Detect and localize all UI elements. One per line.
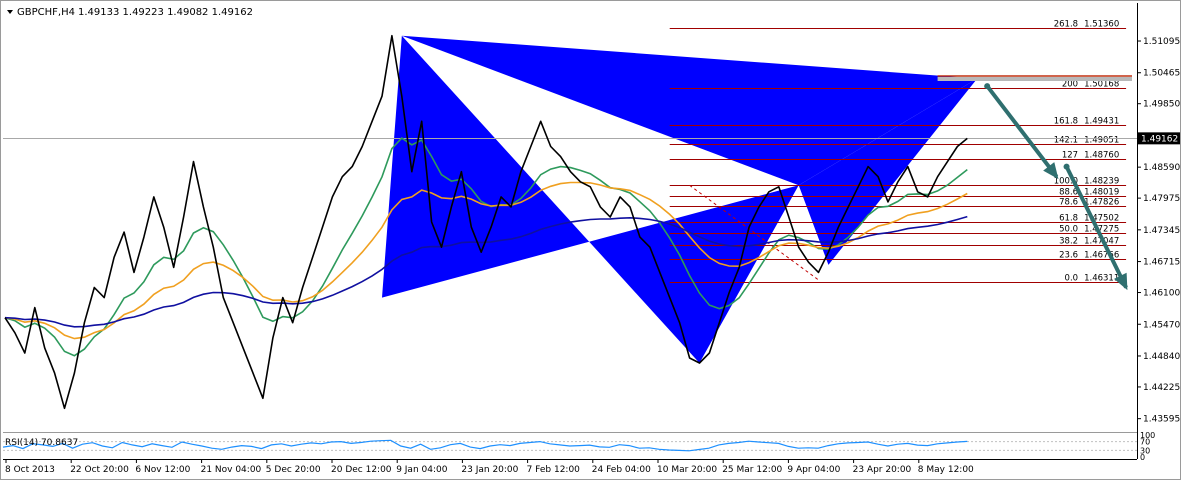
time-tick-label: 25 Mar 12:00 (722, 465, 782, 475)
rsi-tick-label: 0 (1140, 453, 1145, 462)
fib-price-label: 1.46311 (1084, 274, 1119, 284)
fib-ratio-label: 161.8 (1054, 117, 1078, 127)
rsi-tick-label: 70 (1140, 438, 1150, 447)
fib-price-label: 1.51360 (1084, 20, 1119, 30)
price-chart[interactable]: 261.8 1.51360200 1.50168161.8 1.49431142.1 1… (0, 0, 1181, 480)
current-price-label: 1.49162 (1141, 134, 1178, 144)
price-tick-label: 1.46100 (1143, 289, 1180, 299)
time-tick-label: 6 Nov 12:00 (135, 465, 190, 475)
time-tick-label: 10 Mar 20:00 (657, 465, 717, 475)
time-tick-label: 24 Feb 04:00 (592, 465, 651, 475)
time-tick-label: 9 Jan 04:00 (396, 465, 448, 475)
fib-ratio-label: 0.0 (1065, 274, 1079, 284)
chart-window: 261.8 1.51360 200 1.50168 161.8 1.49431 142.1 1… (0, 0, 1181, 480)
time-tick-label: 21 Nov 04:00 (201, 465, 262, 475)
fib-ratio-label: 78.6 (1059, 198, 1078, 208)
price-tick-label: 1.44840 (1143, 352, 1180, 362)
fib-price-label: 1.48019 (1084, 188, 1119, 198)
ohlc-readout: 1.49133 1.49223 1.49082 1.49162 (78, 7, 253, 18)
fib-price-label: 1.49051 (1084, 136, 1119, 146)
time-tick-label: 8 May 12:00 (918, 465, 974, 475)
fib-price-label: 1.48760 (1084, 151, 1119, 161)
time-tick-label: 20 Dec 12:00 (331, 465, 392, 475)
price-tick-label: 1.51095 (1143, 37, 1180, 47)
price-tick-label: 1.47345 (1143, 226, 1180, 236)
fib-ratio-label: 88.6 (1059, 188, 1078, 198)
price-tick-label: 1.46715 (1143, 258, 1180, 268)
fib-price-label: 1.49431 (1084, 117, 1119, 127)
fib-ratio-label: 50.0 (1059, 225, 1078, 235)
price-tick-label: 1.45470 (1143, 320, 1180, 330)
fib-price-label: 1.47275 (1084, 225, 1119, 235)
price-tick-label: 1.50465 (1143, 69, 1180, 79)
fib-ratio-label: 142.1 (1054, 136, 1078, 146)
fib-ratio-label: 38.2 (1059, 237, 1078, 247)
symbol-label: GBPCHF,H4 (17, 7, 75, 18)
time-tick-label: 23 Jan 20:00 (461, 465, 518, 475)
fib-ratio-label: 261.8 (1054, 20, 1078, 30)
price-tick-label: 1.47975 (1143, 194, 1180, 204)
fib-ratio-label: 127 (1062, 151, 1078, 161)
price-tick-label: 1.43595 (1143, 415, 1180, 425)
rsi-label: RSI(14) 70.8637 (5, 438, 78, 448)
time-tick-label: 9 Apr 04:00 (787, 465, 840, 475)
time-tick-label: 23 Apr 20:00 (853, 465, 912, 475)
time-tick-label: 5 Dec 20:00 (266, 465, 321, 475)
fib-price-label: 1.48239 (1084, 177, 1119, 187)
time-tick-label: 22 Oct 20:00 (70, 465, 129, 475)
fib-ratio-label: 61.8 (1059, 214, 1078, 224)
time-tick-label: 7 Feb 12:00 (527, 465, 581, 475)
price-tick-label: 1.48590 (1143, 163, 1180, 173)
time-tick-label: 8 Oct 2013 (5, 465, 55, 475)
fib-price-label: 1.47826 (1084, 198, 1119, 208)
price-tick-label: 1.49850 (1143, 100, 1180, 110)
fib-ratio-label: 23.6 (1059, 251, 1078, 261)
price-tick-label: 1.44225 (1143, 383, 1180, 393)
